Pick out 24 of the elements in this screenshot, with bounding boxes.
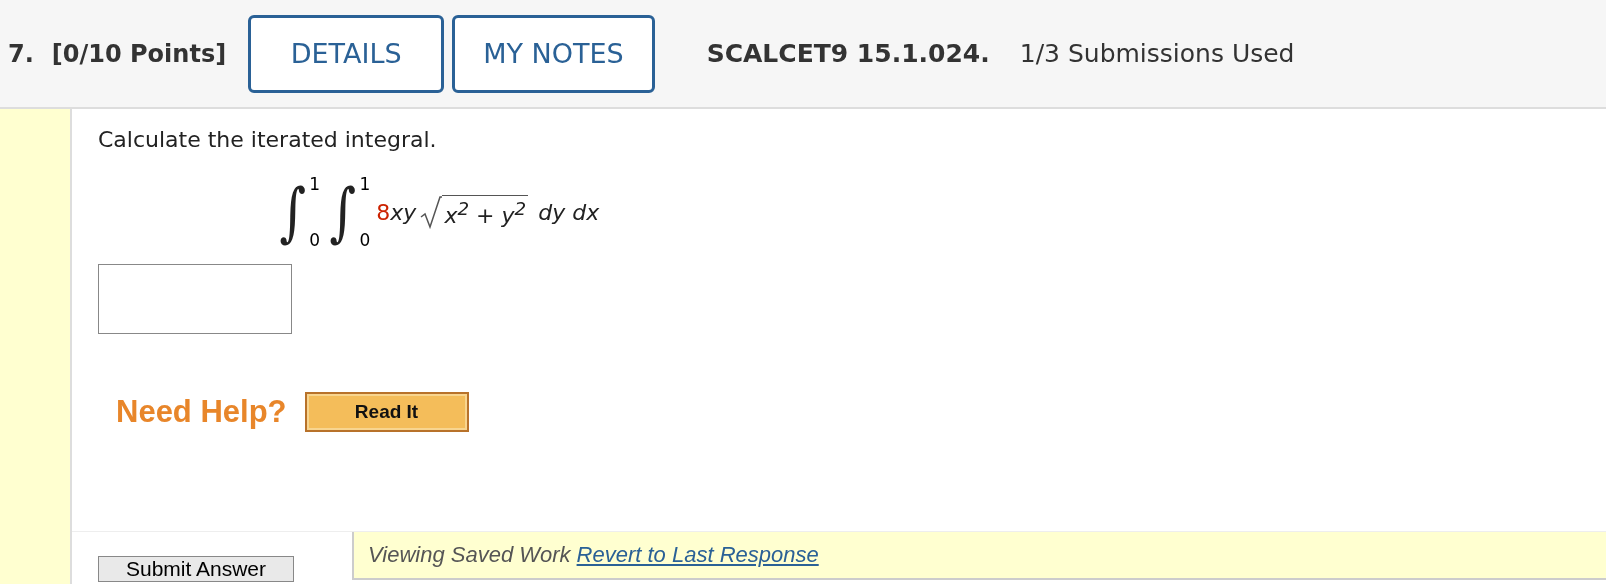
differentials: dy dx: [538, 199, 600, 225]
integral-sign: ∫: [329, 174, 357, 251]
submissions-count: 1/3 Submissions Used: [1019, 39, 1295, 68]
header-button[interactable]: MY NOTES: [452, 14, 655, 93]
radicand: x$^{2}$ + y$^{2}$: [442, 195, 529, 229]
points-label: [0/10 Points]: [51, 39, 227, 68]
lower-limit: 0: [309, 230, 321, 250]
upper-limit: 1: [359, 174, 371, 194]
variables: xy: [390, 199, 417, 225]
notice-text: Viewing Saved Work: [368, 542, 571, 568]
revert-link[interactable]: Revert to Last Response: [576, 542, 819, 568]
question-text: Calculate the iterated integral.: [98, 127, 438, 152]
problem-code: SCALCET9 15.1.024.: [706, 39, 990, 68]
read-it-button[interactable]: Read It: [304, 392, 469, 432]
submit-answer-button[interactable]: Submit Answer: [98, 556, 294, 582]
coefficient: 8: [376, 199, 391, 225]
lower-limit: 0: [359, 230, 371, 250]
integral-sign: ∫: [279, 174, 306, 251]
radical-sign-icon: [420, 195, 443, 229]
header-button[interactable]: DETAILS: [248, 14, 445, 93]
answer-field[interactable]: [98, 264, 292, 334]
upper-limit: 1: [309, 174, 321, 194]
question-number: 7.: [8, 39, 34, 68]
need-help-label: Need Help?: [116, 394, 287, 430]
